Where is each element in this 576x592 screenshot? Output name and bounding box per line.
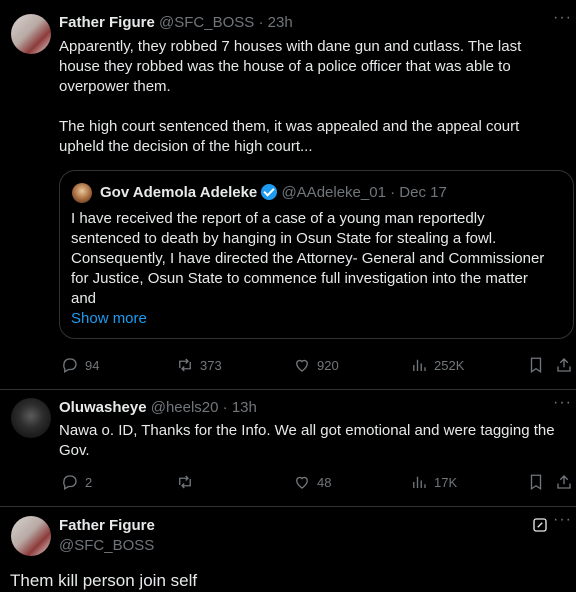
views-bars-icon xyxy=(413,359,426,371)
display-name[interactable]: Gov Ademola Adeleke xyxy=(100,184,257,201)
tweet-text-line: house they robbed was the house of a pol… xyxy=(59,58,511,75)
repost-button[interactable]: 373 xyxy=(176,356,222,374)
tweet-text: Nawa o. ID, Thanks for the Info. We all … xyxy=(59,421,555,461)
separator: · xyxy=(222,399,228,416)
views-count: 17K xyxy=(434,474,458,490)
heart-icon xyxy=(296,359,308,372)
separator: · xyxy=(390,184,396,201)
quote-text: I have received the report of a case of … xyxy=(71,209,544,329)
reply-button[interactable]: 94 xyxy=(61,356,99,374)
like-count: 48 xyxy=(317,474,332,490)
like-count: 920 xyxy=(317,357,339,373)
handle[interactable]: @heels20 xyxy=(151,399,219,416)
views-button[interactable]: 252K xyxy=(410,356,464,374)
divider xyxy=(0,506,576,507)
reply-button[interactable]: 2 xyxy=(61,473,92,491)
display-name[interactable]: Father Figure xyxy=(59,14,155,31)
grok-icon[interactable] xyxy=(531,516,549,538)
repost-count: 373 xyxy=(200,357,222,373)
tweet-header: Father Figure @SFC_BOSS · 23h xyxy=(59,13,293,33)
quote-text-line: I have received the report of a case of … xyxy=(71,210,485,227)
verified-badge-icon xyxy=(261,184,278,200)
tweet-text-line: The high court sentenced them, it was ap… xyxy=(59,118,520,135)
tweet-text-line: Nawa o. ID, Thanks for the Info. We all … xyxy=(59,422,555,439)
tweet-header: Oluwasheye @heels20 · 13h xyxy=(59,398,257,418)
tweet-text-line: Apparently, they robbed 7 houses with da… xyxy=(59,38,522,55)
tweet-text-line: overpower them. xyxy=(59,78,171,95)
share-icon[interactable] xyxy=(555,356,573,378)
handle[interactable]: @SFC_BOSS xyxy=(159,14,254,31)
repost-arrows-icon xyxy=(179,358,191,372)
display-name[interactable]: Oluwasheye xyxy=(59,399,147,416)
tweet-header: Father Figure @SFC_BOSS xyxy=(59,516,155,556)
quote-header: Gov Ademola Adeleke @AAdeleke_01 · Dec 1… xyxy=(100,183,447,203)
heart-icon xyxy=(296,476,308,489)
bookmark-icon[interactable] xyxy=(527,356,545,378)
reply-count: 2 xyxy=(85,474,93,490)
reply-count: 94 xyxy=(85,357,100,373)
more-dots-icon[interactable]: ··· xyxy=(553,9,572,27)
avatar[interactable] xyxy=(11,398,51,438)
handle[interactable]: @SFC_BOSS xyxy=(59,536,155,556)
tweet-text: Them kill person join self xyxy=(10,571,198,590)
bookmark-icon[interactable] xyxy=(527,473,545,495)
quote-text-line: sentenced to death by hanging in Osun St… xyxy=(71,230,497,247)
show-more-link[interactable]: Show more xyxy=(71,309,544,329)
tweet-text-line: upheld the decision of the high court... xyxy=(59,138,313,155)
like-button[interactable]: 920 xyxy=(293,356,339,374)
views-button[interactable]: 17K xyxy=(410,473,457,491)
reply-bubble-icon xyxy=(63,358,77,373)
tweet-text-line: Gov. xyxy=(59,442,90,459)
display-name[interactable]: Father Figure xyxy=(59,516,155,536)
quote-text-line: and xyxy=(71,290,97,307)
avatar[interactable] xyxy=(72,183,92,203)
repost-arrows-icon xyxy=(179,475,191,489)
tweet-text: Apparently, they robbed 7 houses with da… xyxy=(59,37,521,157)
views-bars-icon xyxy=(413,476,426,488)
timestamp[interactable]: 13h xyxy=(232,399,257,416)
views-count: 252K xyxy=(434,357,465,373)
like-button[interactable]: 48 xyxy=(293,473,331,491)
avatar[interactable] xyxy=(11,14,51,54)
timestamp[interactable]: 23h xyxy=(268,14,293,31)
avatar[interactable] xyxy=(11,516,51,556)
more-dots-icon[interactable]: ··· xyxy=(553,511,572,529)
more-dots-icon[interactable]: ··· xyxy=(553,394,572,412)
reply-bubble-icon xyxy=(63,475,77,490)
divider xyxy=(0,389,576,390)
quote-text-line: for Justice, Osun State to commence full… xyxy=(71,270,528,287)
handle[interactable]: @AAdeleke_01 xyxy=(281,184,385,201)
quoted-tweet[interactable]: Gov Ademola Adeleke @AAdeleke_01 · Dec 1… xyxy=(59,170,574,339)
separator: · xyxy=(258,14,264,31)
repost-button[interactable] xyxy=(176,473,200,491)
quote-text-line: Consequently, I have directed the Attorn… xyxy=(71,250,545,267)
share-icon[interactable] xyxy=(555,473,573,495)
date[interactable]: Dec 17 xyxy=(399,184,447,201)
